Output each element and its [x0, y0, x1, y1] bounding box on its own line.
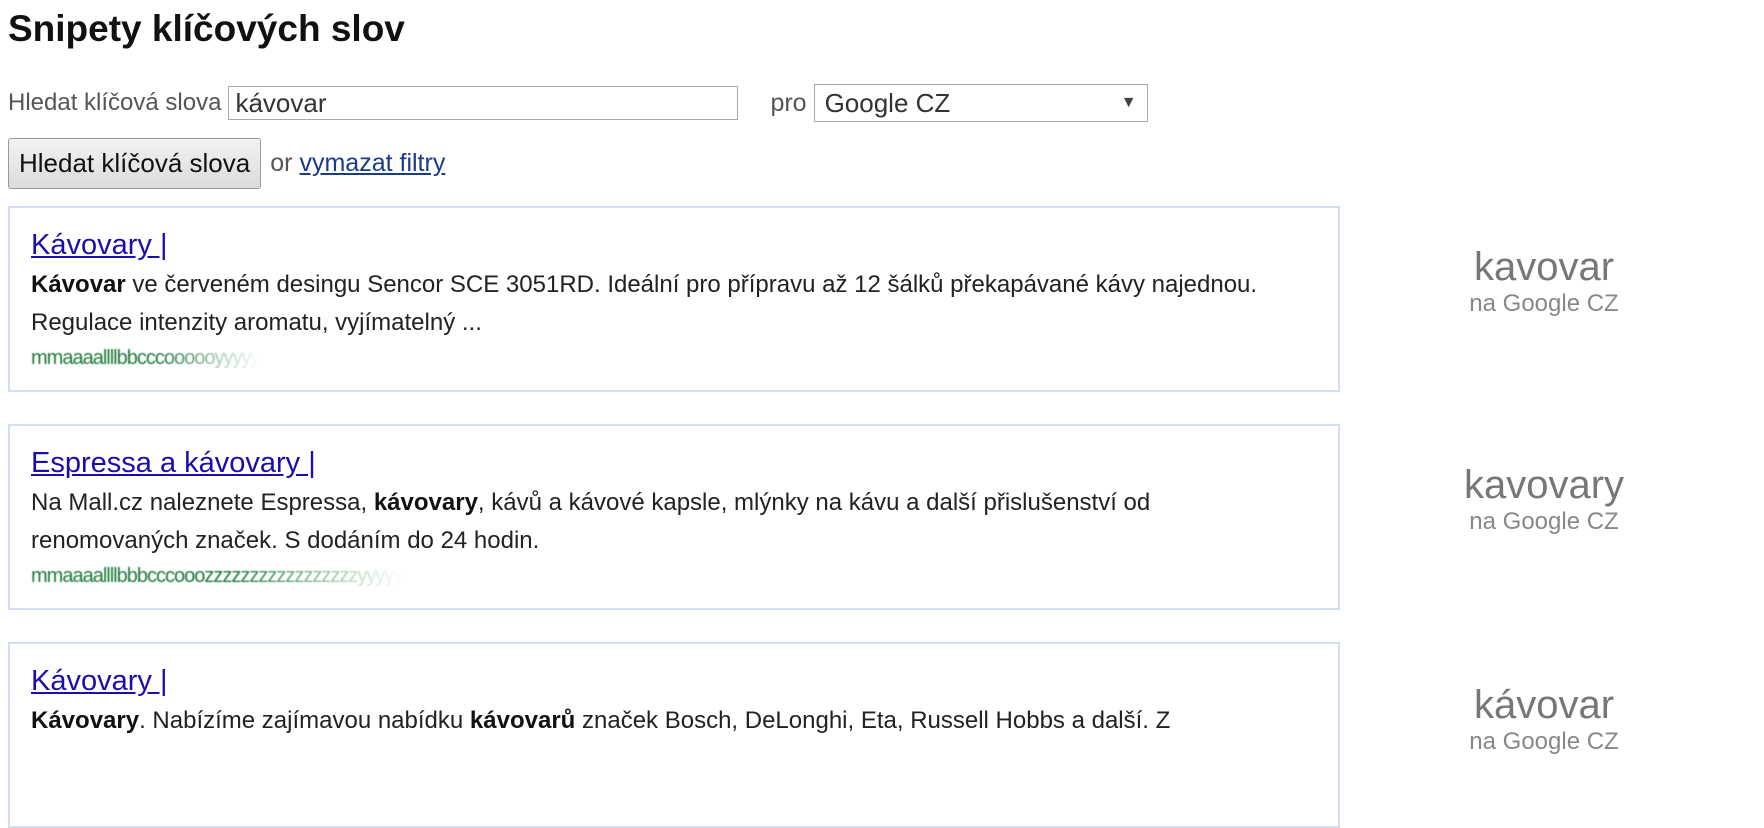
clear-filters-link[interactable]: vymazat filtry	[299, 149, 445, 178]
search-keywords-button[interactable]: Hledat klíčová slova	[8, 138, 262, 189]
result-url-blurred: mmaaaallllbbbcccooozzzzzzzzzzzzzzzzzyyyy…	[31, 566, 403, 586]
search-engine-selected-value: Google CZ	[824, 87, 951, 118]
search-row: Hledat klíčová slova pro Google CZ ▼	[8, 84, 1148, 122]
action-row: Hledat klíčová slova or vymazat filtry	[8, 138, 445, 189]
result-title-link[interactable]: Kávovary |	[31, 665, 167, 698]
result-keyword: kavovary	[1463, 463, 1625, 507]
result-engine: na Google CZ	[1469, 290, 1619, 317]
result-description: Na Mall.cz naleznete Espressa, kávovary,…	[31, 484, 1261, 560]
chevron-down-icon: ▼	[1120, 94, 1137, 111]
description-text: Na Mall.cz naleznete Espressa,	[31, 489, 374, 516]
result-title-link[interactable]: Kávovary |	[31, 229, 167, 262]
highlighted-keyword: Kávovary	[31, 707, 140, 734]
highlighted-keyword: kávovarů	[469, 707, 576, 734]
page-title: Snipety klíčových slov	[8, 8, 405, 49]
result-keyword-info: kavovary na Google CZ	[1424, 462, 1664, 536]
result-url-blurred: mmaaaallllbbcccoooooyyyyy	[31, 348, 260, 368]
result-description: Kávovar ve červeném desingu Sencor SCE 3…	[31, 266, 1261, 342]
result-engine: na Google CZ	[1469, 728, 1619, 755]
result-keyword: kávovar	[1473, 683, 1615, 727]
result-title-link[interactable]: Espressa a kávovary |	[31, 447, 316, 480]
result-engine: na Google CZ	[1469, 508, 1619, 535]
result-card: Espressa a kávovary | Na Mall.cz naleznet…	[8, 424, 1340, 610]
result-card: Kávovary | Kávovar ve červeném desingu Se…	[8, 206, 1340, 392]
description-text: . Nabízíme zajímavou nabídku	[139, 707, 470, 734]
search-engine-select[interactable]: Google CZ ▼	[813, 84, 1148, 122]
description-text: značek Bosch, DeLonghi, Eta, Russell Hob…	[575, 707, 1171, 734]
keyword-search-label: Hledat klíčová slova	[8, 89, 222, 116]
highlighted-keyword: Kávovar	[31, 271, 126, 298]
result-keyword: kavovar	[1473, 245, 1615, 289]
result-keyword-info: kavovar na Google CZ	[1424, 244, 1664, 318]
result-keyword-info: kávovar na Google CZ	[1424, 682, 1664, 756]
keyword-search-input[interactable]	[228, 86, 739, 120]
result-description: Kávovary. Nabízíme zajímavou nabídku káv…	[31, 702, 1261, 740]
engine-for-label: pro	[770, 88, 807, 117]
or-text: or	[270, 149, 293, 177]
description-text: ve červeném desingu Sencor SCE 3051RD. I…	[31, 271, 1258, 336]
highlighted-keyword: kávovary	[373, 489, 478, 516]
result-card: Kávovary | Kávovary. Nabízíme zajímavou n…	[8, 642, 1340, 828]
